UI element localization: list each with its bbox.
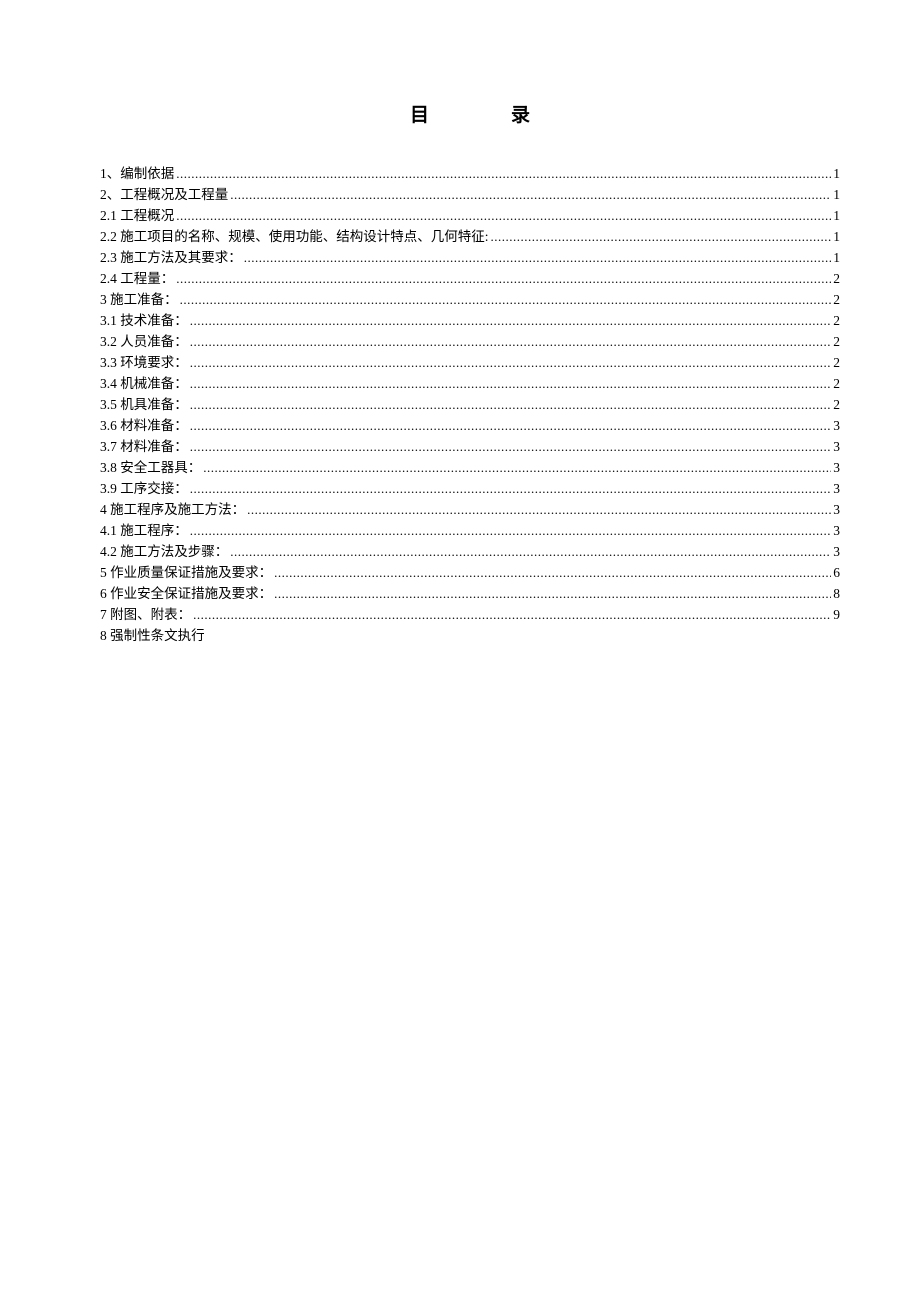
- toc-entry: 3.8 安全工器具： 3: [100, 457, 840, 478]
- toc-entry-label: 6 作业安全保证措施及要求：: [100, 583, 272, 604]
- toc-entry: 3.9 工序交接： 3: [100, 478, 840, 499]
- toc-dots: [230, 541, 831, 562]
- toc-title: 目录: [182, 100, 840, 127]
- toc-entry-page: 2: [833, 310, 840, 331]
- toc-entry-label: 2.4 工程量：: [100, 268, 174, 289]
- toc-entry: 6 作业安全保证措施及要求： 8: [100, 583, 840, 604]
- toc-dots: [180, 289, 832, 310]
- toc-entry: 1、编制依据 1: [100, 163, 840, 184]
- toc-entry: 3.2 人员准备： 2: [100, 331, 840, 352]
- toc-entry-page: 1: [833, 163, 840, 184]
- toc-entry: 3.4 机械准备： 2: [100, 373, 840, 394]
- toc-dots: [176, 205, 831, 226]
- toc-dots: [230, 184, 831, 205]
- toc-entry: 3.5 机具准备： 2: [100, 394, 840, 415]
- toc-entry-page: 2: [833, 289, 840, 310]
- toc-entry-page: 3: [833, 457, 840, 478]
- toc-entry-page: 3: [833, 520, 840, 541]
- toc-entry-page: 2: [833, 373, 840, 394]
- toc-entry-label: 3.7 材料准备：: [100, 436, 188, 457]
- toc-entry-label: 3.8 安全工器具：: [100, 457, 201, 478]
- toc-entry-page: 6: [833, 562, 840, 583]
- toc-dots: [274, 562, 831, 583]
- toc-dots: [176, 268, 831, 289]
- toc-entry-page: 1: [833, 247, 840, 268]
- toc-entry-page: 3: [833, 499, 840, 520]
- toc-entry: 5 作业质量保证措施及要求： 6: [100, 562, 840, 583]
- toc-entry-label: 2、工程概况及工程量: [100, 184, 228, 205]
- toc-entry-label: 4.2 施工方法及步骤：: [100, 541, 228, 562]
- toc-dots: [274, 583, 831, 604]
- toc-entry: 2.4 工程量： 2: [100, 268, 840, 289]
- toc-entry-label: 3 施工准备：: [100, 289, 178, 310]
- toc-entry: 4.2 施工方法及步骤： 3: [100, 541, 840, 562]
- toc-entry-label: 3.3 环境要求：: [100, 352, 188, 373]
- toc-entry-label: 5 作业质量保证措施及要求：: [100, 562, 272, 583]
- toc-entry-label: 2.3 施工方法及其要求：: [100, 247, 242, 268]
- toc-dots: [190, 415, 832, 436]
- toc-entry-label: 8 强制性条文执行: [100, 625, 205, 646]
- toc-entry-label: 3.1 技术准备：: [100, 310, 188, 331]
- toc-entry-page: 3: [833, 541, 840, 562]
- toc-entry: 3 施工准备： 2: [100, 289, 840, 310]
- toc-dots: [247, 499, 831, 520]
- toc-dots: [491, 226, 832, 247]
- toc-dots: [203, 457, 831, 478]
- toc-entry-label: 3.5 机具准备：: [100, 394, 188, 415]
- toc-entry-page: 8: [833, 583, 840, 604]
- toc-entry-page: 3: [833, 415, 840, 436]
- toc-dots: [190, 436, 832, 457]
- toc-entry-label: 2.1 工程概况: [100, 205, 174, 226]
- toc-entry-page: 1: [833, 205, 840, 226]
- toc-entry: 3.7 材料准备： 3: [100, 436, 840, 457]
- toc-entry-page: 3: [833, 436, 840, 457]
- toc-entry: 3.6 材料准备： 3: [100, 415, 840, 436]
- toc-entry-label: 2.2 施工项目的名称、规模、使用功能、结构设计特点、几何特征:: [100, 226, 489, 247]
- toc-list: 1、编制依据 12、工程概况及工程量 12.1 工程概况 12.2 施工项目的名…: [100, 163, 840, 646]
- toc-entry-label: 4.1 施工程序：: [100, 520, 188, 541]
- toc-dots: [190, 478, 832, 499]
- toc-entry: 4 施工程序及施工方法： 3: [100, 499, 840, 520]
- toc-entry: 3.1 技术准备： 2: [100, 310, 840, 331]
- toc-entry-label: 4 施工程序及施工方法：: [100, 499, 245, 520]
- toc-entry-label: 3.6 材料准备：: [100, 415, 188, 436]
- toc-dots: [193, 604, 831, 625]
- toc-entry: 2.2 施工项目的名称、规模、使用功能、结构设计特点、几何特征: 1: [100, 226, 840, 247]
- toc-dots: [190, 352, 832, 373]
- toc-dots: [176, 163, 831, 184]
- toc-entry: 2.1 工程概况 1: [100, 205, 840, 226]
- toc-dots: [190, 331, 832, 352]
- toc-dots: [244, 247, 832, 268]
- toc-entry: 3.3 环境要求： 2: [100, 352, 840, 373]
- toc-entry-page: 9: [833, 604, 840, 625]
- toc-entry-page: 2: [833, 394, 840, 415]
- toc-dots: [190, 310, 832, 331]
- toc-entry-page: 2: [833, 268, 840, 289]
- toc-entry-page: 1: [833, 184, 840, 205]
- toc-entry: 7 附图、附表： 9: [100, 604, 840, 625]
- toc-dots: [190, 373, 832, 394]
- toc-dots: [190, 520, 832, 541]
- toc-entry: 8 强制性条文执行: [100, 625, 840, 646]
- toc-entry-label: 1、编制依据: [100, 163, 174, 184]
- toc-entry: 2.3 施工方法及其要求： 1: [100, 247, 840, 268]
- toc-entry-page: 1: [833, 226, 840, 247]
- toc-dots: [190, 394, 832, 415]
- toc-entry-label: 3.4 机械准备：: [100, 373, 188, 394]
- toc-entry-page: 2: [833, 331, 840, 352]
- toc-entry-label: 7 附图、附表：: [100, 604, 191, 625]
- toc-entry-page: 3: [833, 478, 840, 499]
- toc-entry-page: 2: [833, 352, 840, 373]
- toc-entry: 4.1 施工程序： 3: [100, 520, 840, 541]
- toc-entry-label: 3.9 工序交接：: [100, 478, 188, 499]
- toc-entry-label: 3.2 人员准备：: [100, 331, 188, 352]
- toc-entry: 2、工程概况及工程量 1: [100, 184, 840, 205]
